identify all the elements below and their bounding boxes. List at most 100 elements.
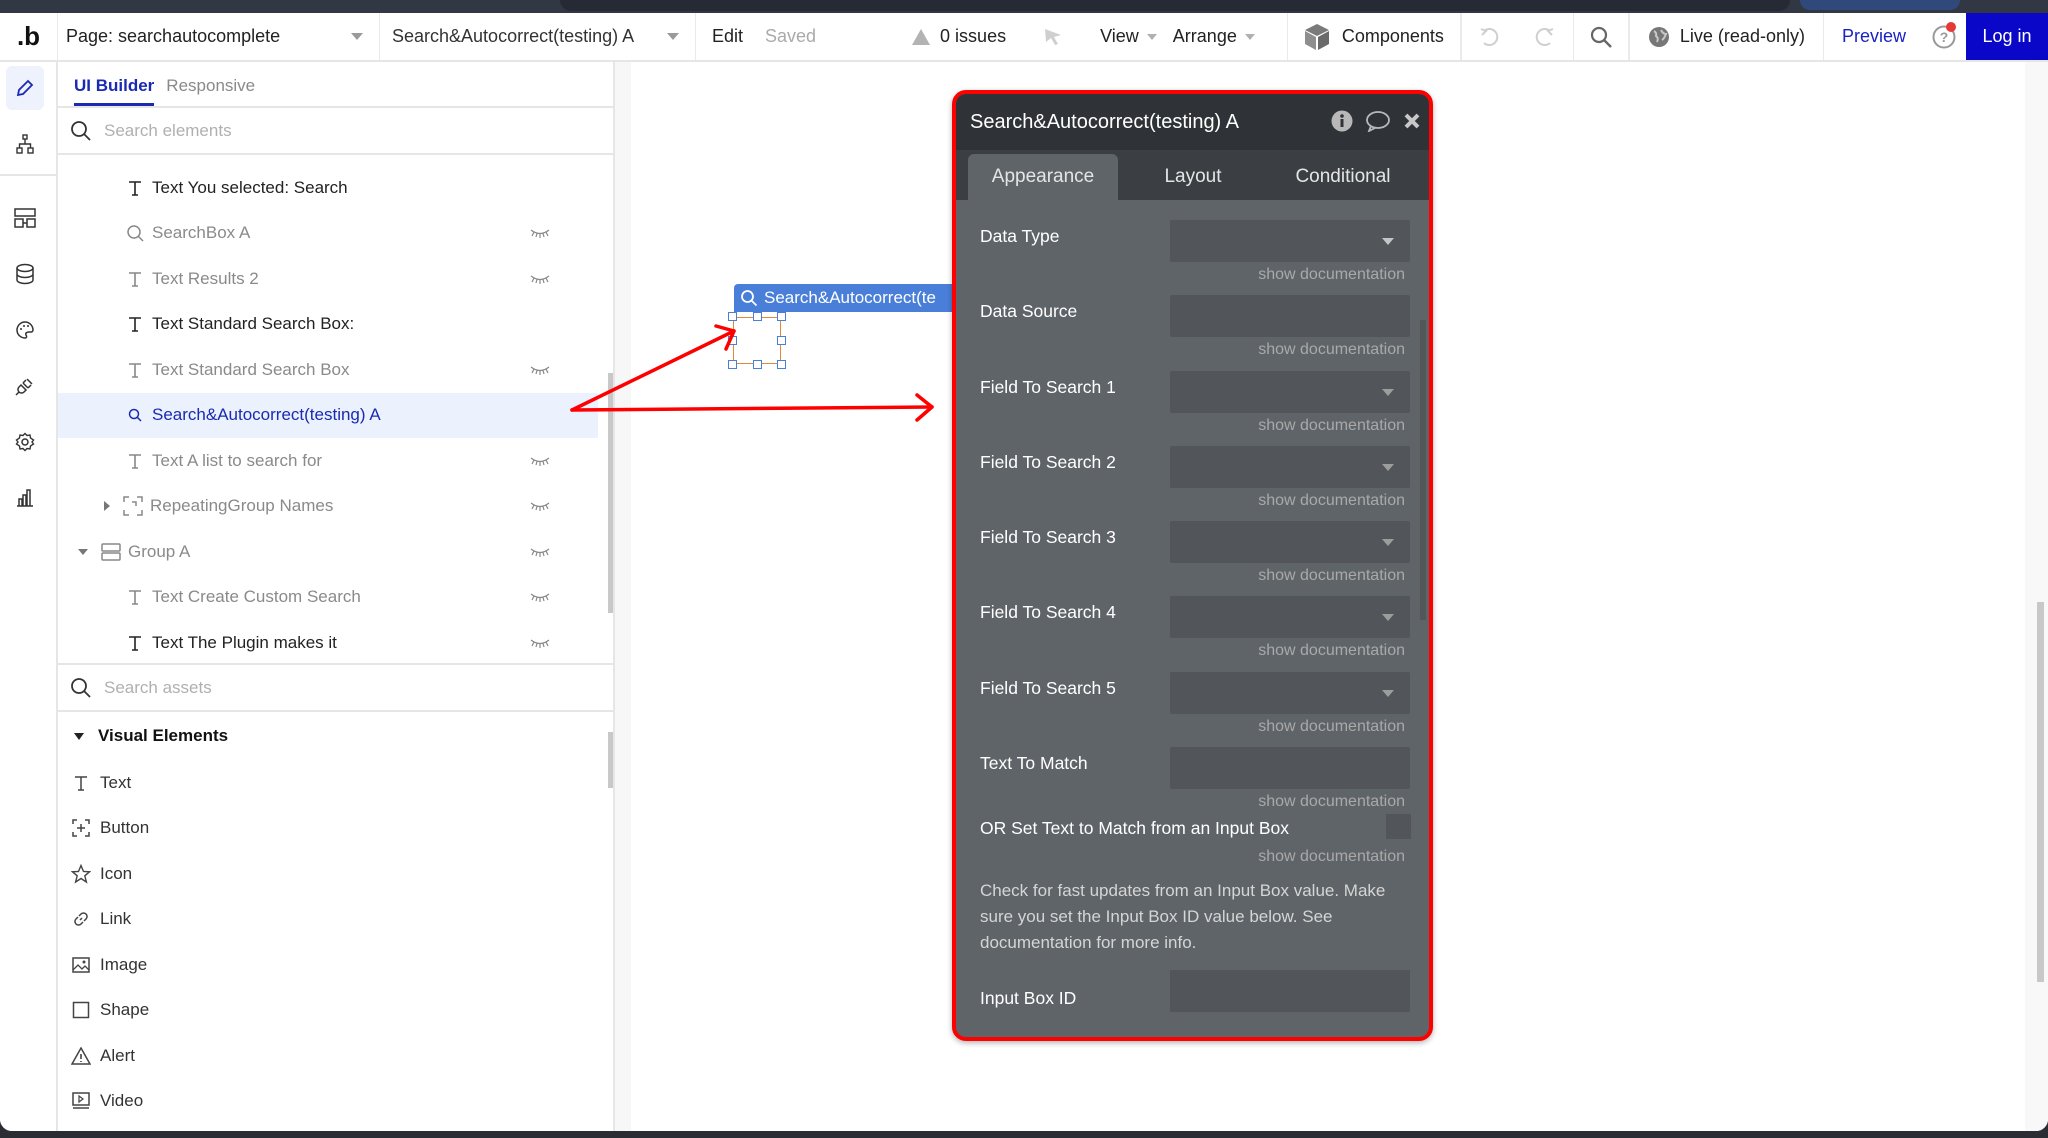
tree-item[interactable]: Text Results 2 [58, 256, 598, 301]
tree-item-selected[interactable]: Search&Autocorrect(testing) A [58, 392, 598, 438]
tree-item[interactable]: Text Standard Search Box: [58, 302, 598, 347]
field-to-search-3-dropdown[interactable] [1170, 521, 1410, 564]
arrange-menu[interactable]: Arrange [1173, 26, 1255, 47]
visual-element-shape[interactable]: Shape [58, 988, 613, 1034]
tab-appearance[interactable]: Appearance [968, 154, 1118, 200]
visual-element-alert[interactable]: Alert [58, 1033, 613, 1079]
field-text-to-match: Text To Match show documentation [980, 727, 1410, 810]
element-selector[interactable]: Search&Autocorrect(testing) A [380, 13, 696, 60]
tree-item[interactable]: Text Create Custom Search [58, 575, 598, 620]
property-scrollbar[interactable] [1420, 320, 1426, 620]
tab-responsive[interactable]: Responsive [166, 76, 255, 106]
close-icon[interactable] [1403, 112, 1421, 130]
cursor-arrow-icon[interactable] [1042, 26, 1064, 48]
search-assets-input[interactable] [104, 677, 564, 698]
tab-ui-builder[interactable]: UI Builder [74, 76, 155, 106]
edit-menu[interactable]: Edit [712, 26, 743, 47]
eye-closed-icon[interactable] [530, 637, 550, 649]
collapse-arrow-icon[interactable] [78, 548, 88, 555]
selected-element-box[interactable] [728, 312, 786, 369]
input-box-id-input[interactable] [1170, 970, 1410, 1013]
login-button[interactable]: Log in [1966, 13, 2048, 60]
visual-element-button[interactable]: Button [58, 806, 613, 852]
resize-handle[interactable] [728, 336, 737, 345]
eye-closed-icon[interactable] [530, 591, 550, 603]
eye-closed-icon[interactable] [530, 500, 550, 512]
data-source-input[interactable] [1170, 295, 1410, 338]
data-tab-button[interactable] [6, 252, 44, 296]
bubble-logo[interactable]: .b [0, 13, 58, 60]
property-editor-header[interactable]: Search&Autocorrect(testing) A [956, 94, 1429, 150]
help-button[interactable]: ? [1922, 13, 1966, 60]
plugins-tab-button[interactable] [6, 364, 44, 408]
header-search-button[interactable] [1572, 13, 1629, 60]
styles-tab-button[interactable] [6, 308, 44, 352]
settings-tab-button[interactable] [6, 420, 44, 464]
data-layout-tab-button[interactable] [6, 196, 44, 240]
visual-elements-section-header[interactable]: Visual Elements [58, 712, 613, 760]
tree-item[interactable]: Text The Plugin makes it [58, 620, 598, 665]
resize-handle[interactable] [753, 312, 762, 321]
page-selector[interactable]: Page: searchautocomplete [58, 13, 380, 60]
selected-element-tag[interactable]: Search&Autocorrect(te [734, 284, 952, 312]
eye-closed-icon[interactable] [530, 273, 550, 285]
resize-handle[interactable] [728, 312, 737, 321]
info-icon[interactable] [1331, 110, 1353, 132]
components-button[interactable]: Components [1288, 13, 1461, 60]
tree-item[interactable]: Text Standard Search Box [58, 347, 598, 392]
help-text: Check for fast updates from an Input Box… [980, 881, 1386, 953]
tab-conditional[interactable]: Conditional [1268, 154, 1418, 200]
design-tab-button[interactable] [6, 66, 44, 110]
resize-handle[interactable] [728, 360, 737, 369]
resize-handle[interactable] [777, 312, 786, 321]
eye-closed-icon[interactable] [530, 364, 550, 376]
element-tree: Text You selected: Search SearchBox A Te… [58, 155, 613, 665]
field-to-search-4-dropdown[interactable] [1170, 596, 1410, 639]
warning-icon [912, 28, 931, 45]
field-to-search-1-dropdown[interactable] [1170, 370, 1410, 413]
link-icon [70, 910, 92, 928]
resize-handle[interactable] [777, 360, 786, 369]
input-box-checkbox[interactable] [1386, 814, 1411, 840]
text-to-match-input[interactable] [1170, 747, 1410, 790]
tree-item[interactable]: RepeatingGroup Names [58, 484, 598, 529]
field-to-search-5-dropdown[interactable] [1170, 671, 1410, 714]
browser-tab-active [1800, 0, 1960, 10]
visual-element-label: Text [100, 772, 132, 792]
data-type-dropdown[interactable] [1170, 220, 1410, 262]
issues-button[interactable]: 0 issues [912, 26, 1006, 47]
field-to-search-3: Field To Search 3 show documentation [980, 501, 1410, 584]
comment-icon[interactable] [1365, 110, 1391, 132]
preview-button[interactable]: Preview [1824, 13, 1922, 60]
visual-element-image[interactable]: Image [58, 942, 613, 988]
tree-item-label: Search&Autocorrect(testing) A [152, 405, 381, 424]
resize-handle[interactable] [777, 336, 786, 345]
undo-button[interactable] [1460, 13, 1517, 60]
tree-scrollbar[interactable] [608, 373, 613, 613]
eye-closed-icon[interactable] [530, 546, 550, 558]
tree-item[interactable]: SearchBox A [58, 211, 598, 256]
visual-element-icon[interactable]: Icon [58, 851, 613, 897]
visual-element-text[interactable]: Text [58, 760, 613, 806]
tree-item[interactable]: Text A list to search for [58, 438, 598, 483]
expand-arrow-icon[interactable] [104, 501, 110, 511]
visual-element-link[interactable]: Link [58, 897, 613, 943]
view-menu[interactable]: View [1100, 26, 1157, 47]
logs-tab-button[interactable] [6, 476, 44, 520]
resize-handle[interactable] [753, 360, 762, 369]
assets-scrollbar[interactable] [608, 732, 613, 788]
canvas-scrollbar[interactable] [2037, 602, 2044, 982]
field-label: Text To Match [980, 753, 1088, 774]
tree-item[interactable]: Text You selected: Search [58, 165, 598, 210]
workflow-tab-button[interactable] [6, 122, 44, 166]
tab-layout[interactable]: Layout [1118, 154, 1268, 200]
visual-element-video[interactable]: Video [58, 1079, 613, 1125]
live-version-selector[interactable]: Live (read-only) [1628, 13, 1824, 60]
eye-closed-icon[interactable] [530, 455, 550, 467]
tree-item[interactable]: Group A [58, 529, 598, 574]
eye-closed-icon[interactable] [530, 227, 550, 239]
redo-button[interactable] [1517, 13, 1573, 60]
field-to-search-2-dropdown[interactable] [1170, 445, 1410, 488]
show-documentation-link[interactable]: show documentation [1258, 848, 1405, 866]
search-elements-input[interactable] [104, 120, 564, 141]
